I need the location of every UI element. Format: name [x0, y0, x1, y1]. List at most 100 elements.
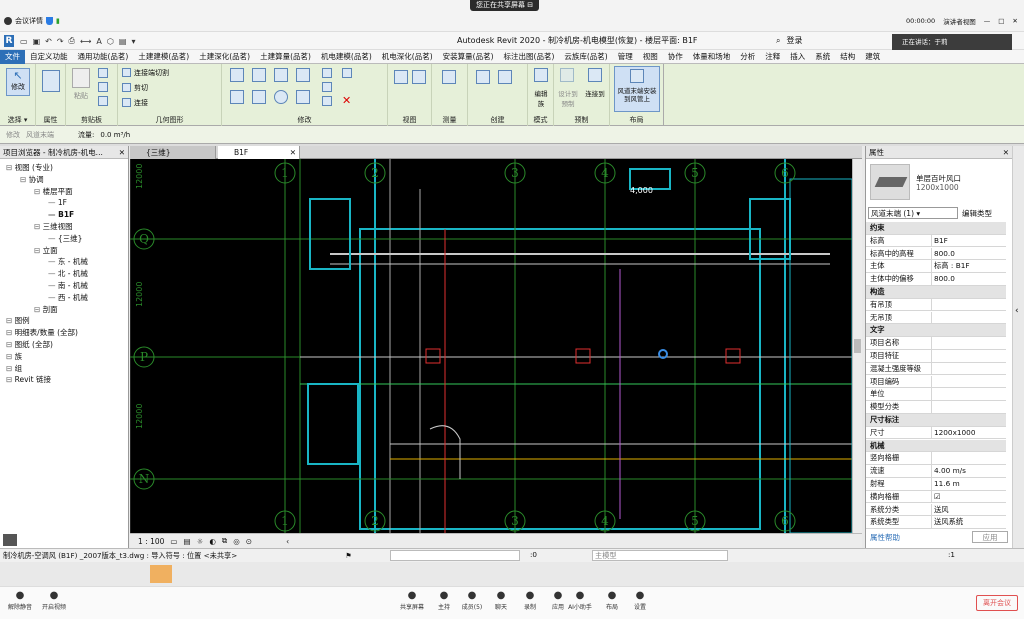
expand-icon[interactable]: —: [48, 198, 58, 207]
expand-icon[interactable]: —: [48, 293, 58, 302]
tree-item[interactable]: ⊟ 三维视图: [34, 221, 73, 232]
tree-item[interactable]: — {三维}: [48, 233, 82, 244]
minimize-icon[interactable]: —: [984, 17, 991, 25]
tree-item[interactable]: ⊟ Revit 链接: [6, 374, 51, 385]
join-button[interactable]: 连接: [134, 98, 148, 108]
tree-item[interactable]: — 北 - 机械: [48, 268, 88, 279]
edit-type-button[interactable]: 编辑类型: [962, 208, 992, 219]
shadows-icon[interactable]: ◐: [209, 537, 216, 546]
ribbon-tab[interactable]: 视图: [638, 50, 663, 64]
property-row[interactable]: 无吊顶: [866, 311, 1006, 325]
tree-item[interactable]: ⊟ 立面: [34, 245, 58, 256]
override-icon[interactable]: [412, 70, 426, 84]
property-row[interactable]: 项目名称: [866, 337, 1006, 350]
chat-button[interactable]: ● 聊天: [487, 590, 515, 611]
tree-item[interactable]: ⊟ 明细表/数量 (全部): [6, 327, 78, 338]
move-icon[interactable]: [230, 90, 244, 104]
tree-item[interactable]: ⊟ 协调: [20, 174, 44, 185]
tree-item[interactable]: ⊟ 组: [6, 363, 22, 374]
tree-item[interactable]: — 南 - 机械: [48, 280, 88, 291]
expand-icon[interactable]: ⊟: [6, 352, 15, 361]
split-icon[interactable]: [322, 68, 332, 78]
property-row[interactable]: 横向格栅 ☑: [866, 490, 1006, 504]
close-icon[interactable]: ✕: [1003, 146, 1009, 159]
flow-value[interactable]: 0.0 m³/h: [100, 131, 130, 139]
property-row[interactable]: 单位: [866, 388, 1006, 401]
tree-item[interactable]: ⊟ 族: [6, 351, 22, 362]
redo-icon[interactable]: ↷: [57, 37, 64, 46]
ribbon-tab[interactable]: 安装算量(品茗): [438, 50, 499, 64]
ribbon-tab[interactable]: 管理: [613, 50, 638, 64]
record-button[interactable]: ● 录制: [516, 590, 544, 611]
property-row[interactable]: 项目特征: [866, 350, 1006, 363]
property-section[interactable]: 文字: [866, 324, 1006, 337]
settings-button[interactable]: ● 设置: [626, 590, 654, 611]
undo-icon[interactable]: ↶: [45, 37, 52, 46]
ai-button[interactable]: ● AI小助手: [566, 590, 594, 611]
expand-icon[interactable]: ⊟: [6, 316, 15, 325]
expand-icon[interactable]: ⊟: [34, 222, 43, 231]
expand-icon[interactable]: ⊟: [6, 364, 15, 373]
ribbon-tab[interactable]: 系统: [810, 50, 835, 64]
tab-3d-view[interactable]: {三维}: [130, 146, 216, 159]
offset-icon[interactable]: [252, 68, 266, 82]
rotate-icon[interactable]: [274, 90, 288, 104]
property-value[interactable]: 800.0: [931, 273, 1006, 286]
tree-item[interactable]: — 东 - 机械: [48, 256, 88, 267]
copy-icon[interactable]: [98, 82, 108, 92]
properties-icon[interactable]: [42, 70, 60, 92]
create-group-icon[interactable]: [476, 70, 490, 84]
print-icon[interactable]: ⎙: [69, 36, 75, 46]
login-button[interactable]: 登录: [786, 35, 802, 46]
ribbon-tab[interactable]: 建筑: [860, 50, 885, 64]
tree-item[interactable]: ⊟ 剖面: [34, 304, 58, 315]
align-icon[interactable]: [230, 68, 244, 82]
cut-clipboard-icon[interactable]: [98, 68, 108, 78]
expand-icon[interactable]: ⊟: [6, 340, 15, 349]
property-value[interactable]: B1F: [931, 234, 1006, 247]
paste-icon[interactable]: [72, 68, 90, 88]
property-section[interactable]: 构造: [866, 286, 1006, 299]
property-value[interactable]: [931, 350, 1006, 362]
thin-lines-icon[interactable]: ▤: [119, 37, 127, 46]
property-value[interactable]: 送风: [931, 503, 1006, 516]
property-row[interactable]: 有吊顶: [866, 298, 1006, 312]
array-icon[interactable]: [322, 82, 332, 92]
property-row[interactable]: 混凝土强度等级: [866, 362, 1006, 376]
scroll-left-icon[interactable]: ‹: [286, 537, 289, 546]
3d-view-icon[interactable]: ⬡: [107, 37, 114, 46]
ribbon-tab[interactable]: 协作: [663, 50, 688, 64]
instance-filter[interactable]: 风道末端 (1) ▾: [868, 207, 958, 219]
scale-icon[interactable]: [322, 96, 332, 106]
host-button[interactable]: ● 主持: [430, 590, 458, 611]
properties-help-link[interactable]: 属性帮助: [870, 532, 900, 543]
scale-label[interactable]: 1 : 100: [138, 537, 164, 546]
meeting-info[interactable]: 会议详情 ▮: [4, 16, 60, 26]
ribbon-tab[interactable]: 体量和场地: [688, 50, 736, 64]
property-value[interactable]: 800.0: [931, 247, 1006, 260]
property-row[interactable]: 标高中的高程 800.0: [866, 247, 1006, 261]
property-value[interactable]: 送风系统: [931, 516, 1006, 529]
expand-icon[interactable]: ⊟: [34, 305, 43, 314]
expand-icon[interactable]: —: [48, 281, 58, 290]
property-value[interactable]: [931, 452, 1006, 465]
type-size[interactable]: 1200x1000: [916, 183, 959, 192]
camera-button[interactable]: ● 开启视频: [40, 590, 68, 611]
ribbon-tab[interactable]: 注释: [760, 50, 785, 64]
ribbon-tab[interactable]: 文件: [0, 49, 25, 64]
property-value[interactable]: [931, 401, 1006, 414]
taskbar-app-icon[interactable]: [150, 565, 172, 583]
expand-icon[interactable]: ⊟: [6, 328, 15, 337]
connect-to-icon[interactable]: [588, 68, 602, 82]
expand-icon[interactable]: ⊟: [34, 187, 43, 196]
ribbon-tab[interactable]: 分析: [735, 50, 760, 64]
ribbon-tab[interactable]: 通用功能(品茗): [73, 50, 134, 64]
ribbon-tab[interactable]: 土建深化(品茗): [194, 50, 255, 64]
mirror-icon[interactable]: [274, 68, 288, 82]
maximize-icon[interactable]: □: [998, 17, 1004, 25]
property-row[interactable]: 尺寸 1200x1000: [866, 426, 1006, 440]
browser-menu-icon[interactable]: [3, 534, 17, 546]
sun-path-icon[interactable]: ☼: [197, 537, 204, 546]
workset-select[interactable]: [390, 550, 520, 561]
duct-terminal-on-duct-button[interactable]: 风道末端安装到风管上: [614, 66, 660, 112]
